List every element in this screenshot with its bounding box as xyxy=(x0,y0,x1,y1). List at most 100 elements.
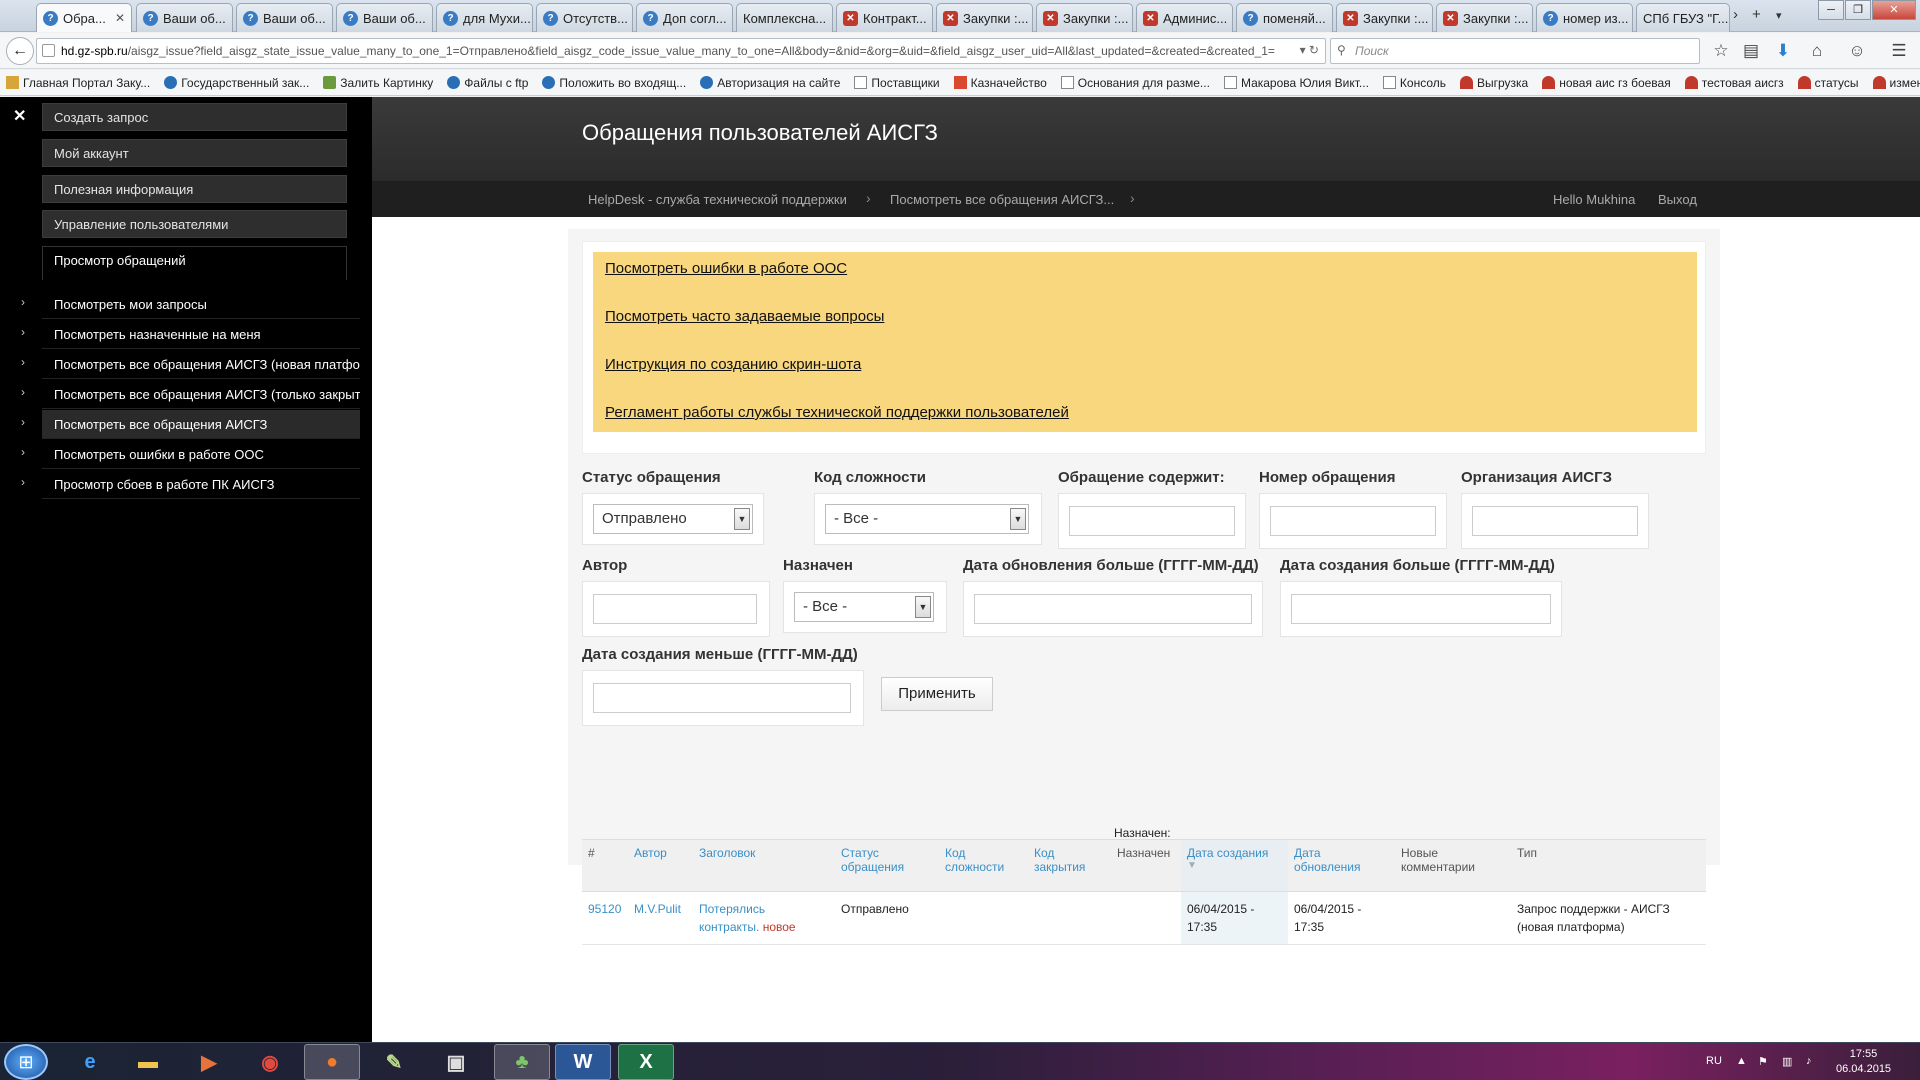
reading-list-icon[interactable]: ▤ xyxy=(1740,40,1762,62)
assigned-select[interactable]: - Все - ▼ xyxy=(794,592,934,622)
link-screenshot-guide[interactable]: Инструкция по созданию скрин-шота xyxy=(605,356,1685,404)
author-input[interactable] xyxy=(593,594,757,624)
sidebar-create-request-button[interactable]: Создать запрос xyxy=(42,103,347,131)
bookmark-item[interactable]: Казначейство xyxy=(953,76,1047,90)
menu-icon[interactable]: ☰ xyxy=(1888,40,1910,62)
browser-tab[interactable]: ? Отсутств... xyxy=(536,3,633,32)
sidebar-user-management-button[interactable]: Управление пользователями xyxy=(42,210,347,238)
browser-tab[interactable]: ? номер из... xyxy=(1536,3,1633,32)
bookmark-item[interactable]: Авторизация на сайте xyxy=(700,76,840,90)
cell-number[interactable]: 95120 xyxy=(582,891,628,945)
complexity-select[interactable]: - Все - ▼ xyxy=(825,504,1029,534)
col-close-code[interactable]: Код закрытия xyxy=(1028,839,1111,892)
created-gt-input[interactable] xyxy=(1291,594,1551,624)
browser-tab[interactable]: ? Ваши об... xyxy=(236,3,333,32)
browser-tab-active[interactable]: ? Обра... ✕ xyxy=(36,3,132,32)
sidebar-item-failures[interactable]: Просмотр сбоев в работе ПК АИСГЗ xyxy=(42,470,360,499)
chrome-taskbar-button[interactable]: ◉ xyxy=(242,1044,298,1080)
browser-tab[interactable]: ✕ Контракт... xyxy=(836,3,933,32)
breadcrumb-all-requests[interactable]: Посмотреть все обращения АИСГЗ... xyxy=(890,192,1114,207)
sidebar-item-all-new-platform[interactable]: Посмотреть все обращения АИСГЗ (новая пл… xyxy=(42,350,360,379)
bookmark-item[interactable]: тестовая аисгз xyxy=(1684,76,1784,90)
browser-tab[interactable]: ? для Мухи... xyxy=(436,3,533,32)
start-button[interactable]: ⊞ xyxy=(4,1044,48,1080)
list-tabs-icon[interactable]: ▾ xyxy=(1776,9,1782,22)
created-lt-input[interactable] xyxy=(593,683,851,713)
sidebar-item-oos-errors[interactable]: Посмотреть ошибки в работе ООС xyxy=(42,440,360,469)
bookmark-item[interactable]: Государственный зак... xyxy=(164,76,309,90)
excel-taskbar-button[interactable]: X xyxy=(618,1044,674,1080)
org-input[interactable] xyxy=(1472,506,1638,536)
issue-title-link[interactable]: Потерялись контракты. xyxy=(699,902,765,934)
bookmark-item[interactable]: Залить Картинку xyxy=(323,76,433,90)
link-faq[interactable]: Посмотреть часто задаваемые вопросы xyxy=(605,308,1685,356)
browser-tab[interactable]: ? Ваши об... xyxy=(136,3,233,32)
col-title[interactable]: Заголовок xyxy=(693,839,835,892)
browser-tab[interactable]: ? Доп согл... xyxy=(636,3,733,32)
minimize-button[interactable]: ─ xyxy=(1818,0,1844,20)
logout-link[interactable]: Выход xyxy=(1658,192,1697,207)
back-button[interactable]: ← xyxy=(6,37,34,65)
browser-tab[interactable]: ? поменяй... xyxy=(1236,3,1333,32)
bookmark-item[interactable]: Выгрузка xyxy=(1460,76,1528,90)
browser-tab[interactable]: ✕ Закупки :... xyxy=(1336,3,1433,32)
sidebar-item-all-closed[interactable]: Посмотреть все обращения АИСГЗ (только з… xyxy=(42,380,360,409)
bookmark-item[interactable]: Положить во входящ... xyxy=(542,76,686,90)
bookmark-item[interactable]: статусы xyxy=(1797,76,1859,90)
browser-tab[interactable]: ✕ Админис... xyxy=(1136,3,1233,32)
window-close-button[interactable]: ✕ xyxy=(1872,0,1916,20)
sidebar-item-all-requests[interactable]: Посмотреть все обращения АИСГЗ xyxy=(42,410,360,439)
home-icon[interactable]: ⌂ xyxy=(1806,40,1828,62)
ie-taskbar-button[interactable]: e xyxy=(62,1044,118,1080)
browser-tab[interactable]: СПб ГБУЗ "Г... xyxy=(1636,3,1730,32)
maximize-button[interactable]: ❐ xyxy=(1845,0,1871,20)
system-clock[interactable]: 17:55 06.04.2015 xyxy=(1836,1047,1891,1077)
video-taskbar-button[interactable]: ▣ xyxy=(428,1044,484,1080)
tab-close-icon[interactable]: ✕ xyxy=(115,11,125,25)
chat-icon[interactable]: ☺ xyxy=(1846,40,1868,62)
reload-icon[interactable]: ▾ ↻ xyxy=(1300,43,1319,57)
col-author[interactable]: Автор xyxy=(628,839,693,892)
search-input[interactable]: ⚲ Поиск xyxy=(1330,38,1700,64)
word-taskbar-button[interactable]: W xyxy=(555,1044,611,1080)
number-input[interactable] xyxy=(1270,506,1436,536)
new-tab-icon[interactable]: + xyxy=(1752,6,1761,23)
download-icon[interactable]: ⬇ xyxy=(1772,40,1794,62)
browser-tab[interactable]: ✕ Закупки :... xyxy=(1436,3,1533,32)
browser-tab[interactable]: ? Ваши об... xyxy=(336,3,433,32)
updated-gt-input[interactable] xyxy=(974,594,1252,624)
col-updated[interactable]: Дата обновления xyxy=(1288,839,1395,892)
firefox-taskbar-button[interactable]: ● xyxy=(304,1044,360,1080)
sidebar-item-my-requests[interactable]: Посмотреть мои запросы xyxy=(42,290,360,319)
bookmark-item[interactable]: Основания для разме... xyxy=(1060,76,1210,90)
sidebar-my-account-button[interactable]: Мой аккаунт xyxy=(42,139,347,167)
close-sidebar-icon[interactable]: ✕ xyxy=(13,106,26,126)
link-oos-errors[interactable]: Посмотреть ошибки в работе ООС xyxy=(605,260,1685,308)
browser-tab[interactable]: ✕ Закупки :... xyxy=(936,3,1033,32)
col-created[interactable]: Дата создания ▼ xyxy=(1181,839,1288,892)
col-complexity[interactable]: Код сложности xyxy=(939,839,1028,892)
bookmark-item[interactable]: Главная Портал Заку... xyxy=(6,76,150,90)
star-bookmark-icon[interactable]: ☆ xyxy=(1710,40,1732,62)
network-icon[interactable]: ▥ xyxy=(1782,1055,1792,1068)
action-center-flag-icon[interactable]: ⚑ xyxy=(1758,1055,1768,1068)
bookmark-item[interactable]: Консоль xyxy=(1382,76,1446,90)
bookmark-item[interactable]: изменения xyxy=(1872,76,1920,90)
address-bar[interactable]: hd.gz-spb.ru/aisgz_issue?field_aisgz_sta… xyxy=(36,38,1326,64)
browser-tab[interactable]: ✕ Закупки :... xyxy=(1036,3,1133,32)
apply-button[interactable]: Применить xyxy=(881,677,993,711)
volume-icon[interactable]: ♪ xyxy=(1806,1055,1812,1067)
status-select[interactable]: Отправлено ▼ xyxy=(593,504,753,534)
explorer-taskbar-button[interactable]: ▬ xyxy=(120,1044,176,1080)
tab-scroll-right-icon[interactable]: › xyxy=(1733,6,1738,23)
sidebar-view-requests-button[interactable]: Просмотр обращений xyxy=(42,246,347,280)
sidebar-item-assigned-to-me[interactable]: Посмотреть назначенные на меня xyxy=(42,320,360,349)
sidebar-useful-info-button[interactable]: Полезная информация xyxy=(42,175,347,203)
media-player-taskbar-button[interactable]: ▶ xyxy=(181,1044,237,1080)
language-indicator[interactable]: RU xyxy=(1706,1055,1722,1067)
bookmark-item[interactable]: Поставщики xyxy=(854,76,940,90)
contains-input[interactable] xyxy=(1069,506,1235,536)
notepad-taskbar-button[interactable]: ✎ xyxy=(366,1044,422,1080)
browser-tab[interactable]: Комплексна... xyxy=(736,3,833,32)
tray-expand-icon[interactable]: ▲ xyxy=(1736,1055,1747,1067)
